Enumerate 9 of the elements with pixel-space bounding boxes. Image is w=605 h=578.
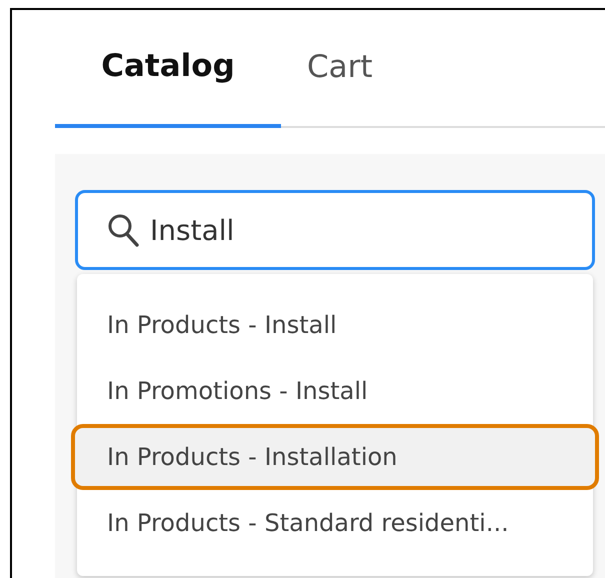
search-field[interactable]: Install xyxy=(75,190,595,270)
suggestion-item[interactable]: In Products - Installation xyxy=(71,424,599,490)
tab[interactable]: Cart xyxy=(281,14,421,128)
suggestion-item[interactable]: In Promotions - Install xyxy=(77,358,593,424)
suggestion-item[interactable]: In Products - Install xyxy=(77,292,593,358)
search-value: Install xyxy=(150,214,234,246)
tab[interactable]: Catalog xyxy=(55,14,281,128)
suggestion-item[interactable]: In Products - Standard residenti... xyxy=(77,490,593,556)
search-icon xyxy=(106,212,140,248)
